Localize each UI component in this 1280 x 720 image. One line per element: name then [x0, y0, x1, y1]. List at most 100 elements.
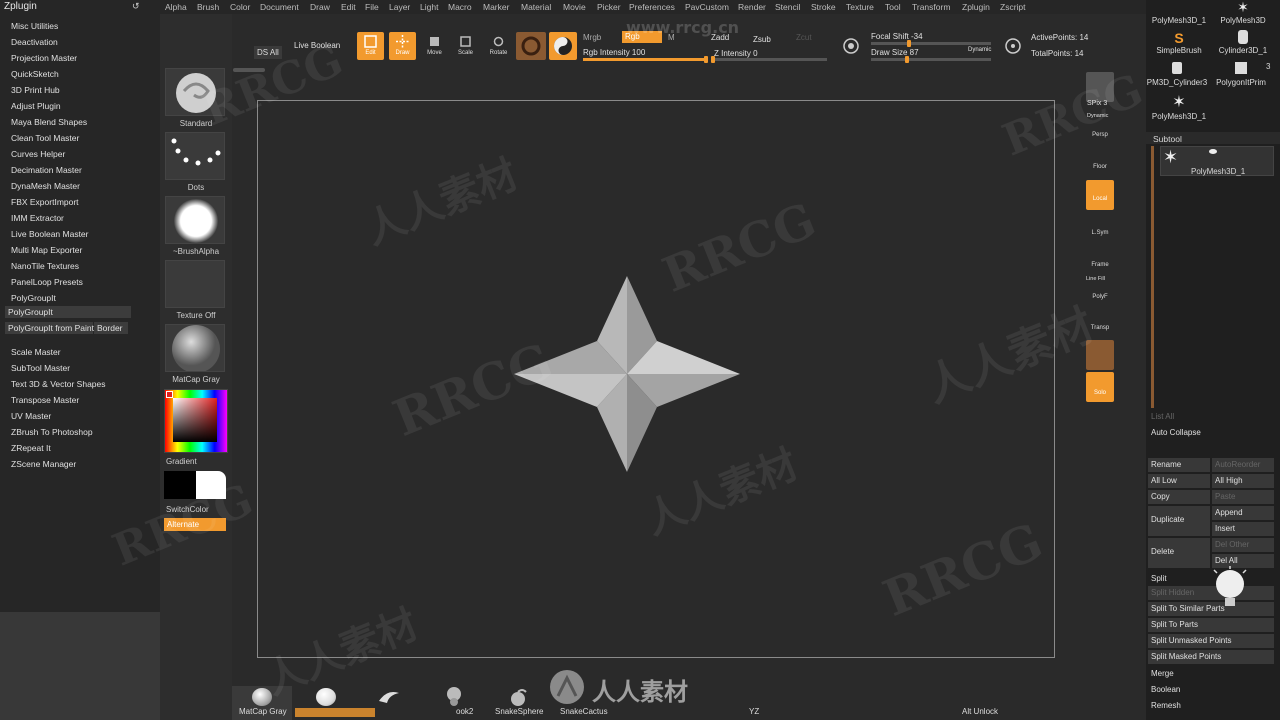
menu-color[interactable]: Color: [230, 2, 250, 12]
tool-thumb-polymesh3d-1[interactable]: PolyMesh3D_1: [1148, 0, 1210, 30]
auto-collapse-button[interactable]: Auto Collapse: [1148, 426, 1274, 440]
menu-texture[interactable]: Texture: [846, 2, 874, 12]
z-intensity-knob[interactable]: [711, 56, 715, 63]
del-other-button[interactable]: Del Other: [1212, 538, 1274, 552]
focal-shift-knob[interactable]: [907, 40, 911, 47]
menu-macro[interactable]: Macro: [448, 2, 472, 12]
draw-size-icon[interactable]: [1004, 37, 1022, 55]
tool-thumb-simplebrush[interactable]: S SimpleBrush: [1148, 30, 1210, 60]
plugin-live-boolean[interactable]: Live Boolean Master: [11, 229, 89, 239]
matcap-gray-ball-icon[interactable]: [252, 688, 272, 706]
visibility-eye-icon[interactable]: [1209, 149, 1217, 154]
split-unmasked-button[interactable]: Split Unmasked Points: [1148, 634, 1274, 648]
dynamic-toggle[interactable]: Dynamic: [968, 47, 991, 53]
plugin-scale-master[interactable]: Scale Master: [11, 347, 61, 357]
zcut-button[interactable]: Zcut: [796, 33, 812, 42]
color-saturation-square[interactable]: [173, 398, 217, 442]
plugin-3d-print-hub[interactable]: 3D Print Hub: [11, 85, 60, 95]
plugin-zbrush-photoshop[interactable]: ZBrush To Photoshop: [11, 427, 93, 437]
pin-icon[interactable]: ↺: [132, 1, 140, 12]
plugin-transpose-master[interactable]: Transpose Master: [11, 395, 79, 405]
material-thumb[interactable]: [165, 324, 225, 373]
merge-header[interactable]: Merge: [1148, 667, 1274, 681]
append-button[interactable]: Append: [1212, 506, 1274, 520]
menu-document[interactable]: Document: [260, 2, 299, 12]
polygroupit-from-paint-button[interactable]: PolyGroupIt from Paint: [5, 322, 94, 334]
alpha-thumb[interactable]: [165, 196, 225, 244]
plugin-panelloop[interactable]: PanelLoop Presets: [11, 277, 83, 287]
remesh-header[interactable]: Remesh: [1148, 699, 1274, 713]
paste-button[interactable]: Paste: [1212, 490, 1274, 504]
basic-material-ball-icon[interactable]: [316, 688, 336, 706]
plugin-curves-helper[interactable]: Curves Helper: [11, 149, 65, 159]
menu-stencil[interactable]: Stencil: [775, 2, 801, 12]
mrgb-button[interactable]: Mrgb: [583, 33, 601, 42]
plugin-uv-master[interactable]: UV Master: [11, 411, 51, 421]
dots-stroke-thumb[interactable]: [165, 132, 225, 180]
menu-pavcustom[interactable]: PavCustom: [685, 2, 729, 12]
plugin-misc-utilities[interactable]: Misc Utilities: [11, 21, 58, 31]
plugin-nanotile[interactable]: NanoTile Textures: [11, 261, 79, 271]
menu-movie[interactable]: Movie: [563, 2, 586, 12]
rgb-intensity-knob[interactable]: [704, 56, 708, 63]
rotate-button[interactable]: Rotate: [485, 32, 512, 60]
focal-shift-icon[interactable]: [842, 37, 860, 55]
menu-material[interactable]: Material: [521, 2, 551, 12]
boolean-header[interactable]: Boolean: [1148, 683, 1274, 697]
menu-zscript[interactable]: Zscript: [1000, 2, 1026, 12]
focal-shift-slider[interactable]: [871, 40, 991, 47]
menu-brush[interactable]: Brush: [197, 2, 219, 12]
snake-sphere-icon[interactable]: [508, 689, 528, 707]
plugin-multi-map[interactable]: Multi Map Exporter: [11, 245, 82, 255]
menu-draw[interactable]: Draw: [310, 2, 330, 12]
menu-render[interactable]: Render: [738, 2, 766, 12]
auto-reorder-button[interactable]: AutoReorder: [1212, 458, 1274, 472]
plugin-zrepeat[interactable]: ZRepeat It: [11, 443, 51, 453]
copy-button[interactable]: Copy: [1148, 490, 1210, 504]
plugin-dynamesh[interactable]: DynaMesh Master: [11, 181, 80, 191]
menu-layer[interactable]: Layer: [389, 2, 410, 12]
plugin-subtool-master[interactable]: SubTool Master: [11, 363, 70, 373]
z-intensity-slider[interactable]: [711, 56, 827, 63]
menu-transform[interactable]: Transform: [912, 2, 950, 12]
plugin-deactivation[interactable]: Deactivation: [11, 37, 58, 47]
plugin-zscene-manager[interactable]: ZScene Manager: [11, 459, 76, 469]
plugin-fbx[interactable]: FBX ExportImport: [11, 197, 79, 207]
frame-button[interactable]: Frame: [1086, 246, 1114, 276]
plugin-polygroupit[interactable]: PolyGroupIt: [11, 293, 56, 303]
move-button[interactable]: Move: [421, 32, 448, 60]
plugin-adjust[interactable]: Adjust Plugin: [11, 101, 61, 111]
menu-edit[interactable]: Edit: [341, 2, 356, 12]
texture-thumb[interactable]: [165, 260, 225, 308]
plugin-text3d[interactable]: Text 3D & Vector Shapes: [11, 379, 106, 389]
material-swatch-button[interactable]: [516, 32, 546, 60]
menu-light[interactable]: Light: [420, 2, 438, 12]
tool-thumb-polymesh3d[interactable]: ✶ PolyMesh3D: [1212, 0, 1274, 30]
insert-button[interactable]: Insert: [1212, 522, 1274, 536]
border-button[interactable]: Border: [94, 322, 128, 334]
menu-tool[interactable]: Tool: [885, 2, 901, 12]
tool-thumb-pm3d-cylinder3[interactable]: PM3D_Cylinder3: [1146, 62, 1208, 92]
menu-zplugin[interactable]: Zplugin: [962, 2, 990, 12]
local-button[interactable]: Local: [1086, 180, 1114, 210]
plugin-quicksketch[interactable]: QuickSketch: [11, 69, 59, 79]
brush-icon[interactable]: [377, 689, 401, 705]
polygroupit-button[interactable]: PolyGroupIt: [5, 306, 131, 318]
plugin-maya-blend[interactable]: Maya Blend Shapes: [11, 117, 87, 127]
polyf-button[interactable]: PolyF: [1086, 280, 1114, 310]
rename-button[interactable]: Rename: [1148, 458, 1210, 472]
list-all-button[interactable]: List All: [1148, 410, 1208, 424]
split-masked-button[interactable]: Split Masked Points: [1148, 650, 1274, 664]
scale-button[interactable]: Scale: [452, 32, 479, 60]
draw-size-slider[interactable]: [871, 56, 991, 63]
zsub-button[interactable]: Zsub: [753, 35, 771, 44]
subtool-item[interactable]: ✶ PolyMesh3D_1: [1160, 146, 1274, 176]
subtool-scrollbar[interactable]: [1151, 146, 1154, 408]
delete-button[interactable]: Delete: [1148, 538, 1210, 568]
plugin-decimation[interactable]: Decimation Master: [11, 165, 82, 175]
menu-picker[interactable]: Picker: [597, 2, 621, 12]
plugin-imm[interactable]: IMM Extractor: [11, 213, 64, 223]
menu-preferences[interactable]: Preferences: [629, 2, 675, 12]
lsym-button[interactable]: L.Sym: [1086, 214, 1114, 244]
split-parts-button[interactable]: Split To Parts: [1148, 618, 1274, 632]
